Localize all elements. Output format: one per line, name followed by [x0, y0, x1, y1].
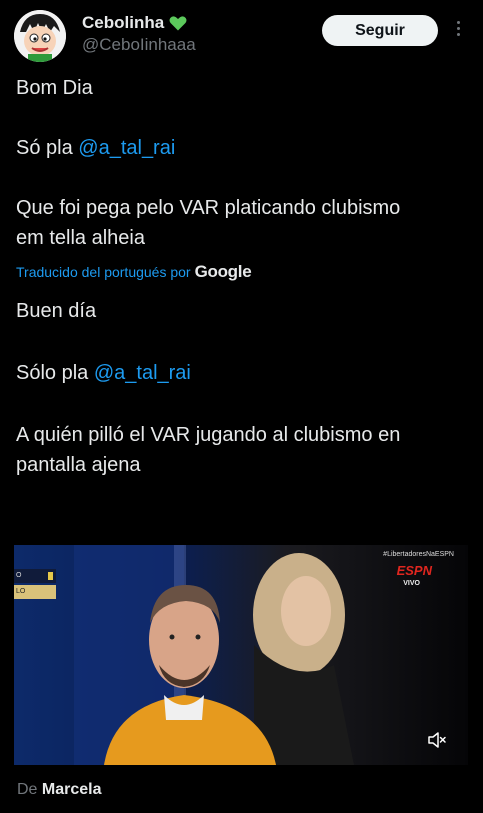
attribution-prefix: De	[17, 781, 38, 798]
green-heart-icon	[169, 16, 187, 31]
video-player[interactable]: #LibertadoresNaESPN ESPN VIVO O LO	[14, 545, 468, 765]
translated-line-2-text: Sólo pla	[16, 362, 94, 384]
translation-label-text: Traducido del portugués por	[16, 264, 191, 280]
scoreboard-line-2: LO	[16, 588, 26, 595]
avatar[interactable]	[14, 10, 66, 62]
live-label: VIVO	[403, 580, 420, 587]
attribution-name[interactable]: Marcela	[42, 781, 102, 798]
display-name-text: Cebolinha	[82, 13, 165, 32]
translated-mention-link[interactable]: @a_tal_rai	[94, 362, 191, 384]
translated-line-3: A quién pilló el VAR jugando al clubismo…	[16, 424, 401, 446]
tweet-line-1: Bom Dia	[16, 77, 93, 99]
display-name[interactable]: Cebolinha	[82, 12, 196, 34]
mention-link[interactable]: @a_tal_rai	[78, 137, 175, 159]
video-frame	[14, 545, 468, 765]
translation-label[interactable]: Traducido del portugués por Google	[16, 262, 252, 282]
google-logo: Google	[194, 262, 252, 281]
translated-line-4: pantalla ajena	[16, 454, 141, 476]
avatar-cartoon-icon	[14, 10, 66, 62]
video-hashtag: #LibertadoresNaESPN	[383, 551, 454, 558]
tweet-line-4: em tella alheia	[16, 227, 145, 249]
translated-line-1: Buen día	[16, 300, 97, 322]
more-options-icon[interactable]	[450, 18, 466, 42]
author-handle[interactable]: @CeboIinhaaa	[82, 34, 196, 56]
translated-line-2: Sólo pla @a_tal_rai	[16, 358, 476, 388]
author-names[interactable]: Cebolinha @CeboIinhaaa	[82, 12, 196, 56]
muted-speaker-icon[interactable]	[427, 731, 447, 749]
tweet-header: Cebolinha @CeboIinhaaa Seguir	[0, 0, 483, 66]
scoreboard-line-1: O	[16, 572, 22, 579]
tweet-line-2-text: Só pla	[16, 137, 79, 159]
follow-button[interactable]: Seguir	[322, 15, 438, 46]
tweet-line-3: Que foi pega pelo VAR platicando clubism…	[16, 197, 401, 219]
video-attribution[interactable]: De Marcela	[17, 781, 102, 799]
espn-logo: ESPN	[396, 563, 432, 578]
tweet-line-2: Só pla @a_tal_rai	[16, 133, 476, 163]
